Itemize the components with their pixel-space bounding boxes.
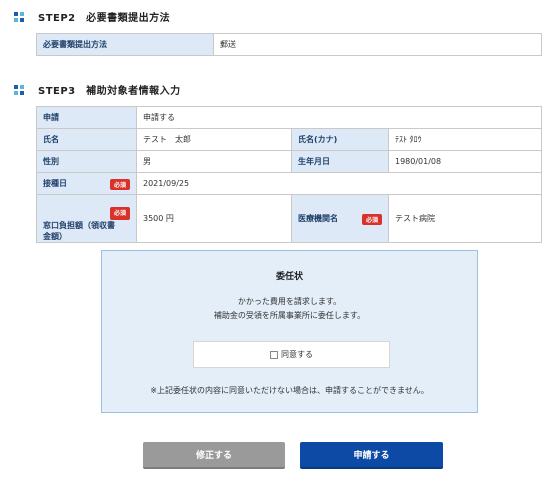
- step2-table: 必要書類提出方法 郵送: [36, 33, 542, 56]
- hospital-value: テスト病院: [388, 194, 542, 243]
- birthdate-label: 生年月日: [291, 150, 389, 173]
- required-badge: 必須: [109, 178, 130, 190]
- table-row: 氏名 テスト 太郎 氏名(カナ) ﾃｽﾄ ﾀﾛｳ: [36, 128, 542, 151]
- apply-label: 申請: [36, 106, 137, 129]
- step3-header: STEP3 補助対象者情報入力: [14, 82, 181, 97]
- step3-title: STEP3 補助対象者情報入力: [38, 86, 181, 97]
- gender-label: 性別: [36, 150, 137, 173]
- cost-value: 3500 円: [136, 194, 292, 243]
- table-row: 接種日 必須 2021/09/25: [36, 172, 542, 195]
- cost-label: 窓口負担額（領収書金額）: [43, 221, 115, 241]
- apply-value: 申請する: [136, 106, 542, 129]
- visit-date-cell: 接種日 必須: [36, 172, 137, 195]
- grid-icon: [14, 84, 24, 95]
- kana-value: ﾃｽﾄ ﾀﾛｳ: [388, 128, 542, 151]
- hospital-cell: 医療機関名 必須: [291, 194, 389, 243]
- name-label: 氏名: [36, 128, 137, 151]
- step3-table: 申請 申請する 氏名 テスト 太郎 氏名(カナ) ﾃｽﾄ ﾀﾛｳ 性別 男 生年…: [36, 106, 542, 243]
- visit-date-value: 2021/09/25: [136, 172, 542, 195]
- consent-panel: 委任状 かかった費用を請求します。 補助金の受領を所属事業所に委任します。 同意…: [101, 250, 478, 413]
- submission-method-label: 必要書類提出方法: [36, 33, 214, 56]
- agree-checkbox[interactable]: [270, 350, 278, 359]
- consent-line-2: 補助金の受領を所属事業所に委任します。: [213, 311, 366, 320]
- birthdate-value: 1980/01/08: [388, 150, 542, 173]
- grid-icon: [14, 11, 24, 22]
- agree-checkbox-box[interactable]: 同意する: [193, 341, 390, 368]
- table-row: 必須 窓口負担額（領収書金額） 3500 円 医療機関名 必須 テスト病院: [36, 194, 542, 243]
- required-badge: 必須: [361, 213, 382, 225]
- required-badge: 必須: [109, 207, 130, 220]
- name-value: テスト 太郎: [136, 128, 292, 151]
- consent-note: ※上記委任状の内容に同意いただけない場合は、申請することができません。: [150, 386, 429, 395]
- table-row: 申請 申請する: [36, 106, 542, 129]
- hospital-label: 医療機関名: [298, 213, 338, 223]
- step2-title: STEP2 必要書類提出方法: [38, 13, 171, 24]
- agree-label[interactable]: 同意する: [281, 349, 313, 360]
- kana-label: 氏名(カナ): [291, 128, 389, 151]
- table-row: 性別 男 生年月日 1980/01/08: [36, 150, 542, 173]
- apply-button[interactable]: 申請する: [300, 442, 443, 469]
- cost-cell: 必須 窓口負担額（領収書金額）: [36, 194, 137, 243]
- submission-method-value: 郵送: [213, 33, 542, 56]
- edit-button[interactable]: 修正する: [143, 442, 285, 469]
- consent-line-1: かかった費用を請求します。: [237, 297, 342, 306]
- consent-title: 委任状: [275, 272, 303, 282]
- gender-value: 男: [136, 150, 292, 173]
- step2-header: STEP2 必要書類提出方法: [14, 9, 170, 24]
- table-row: 必要書類提出方法 郵送: [36, 33, 542, 56]
- visit-date-label: 接種日: [43, 178, 67, 188]
